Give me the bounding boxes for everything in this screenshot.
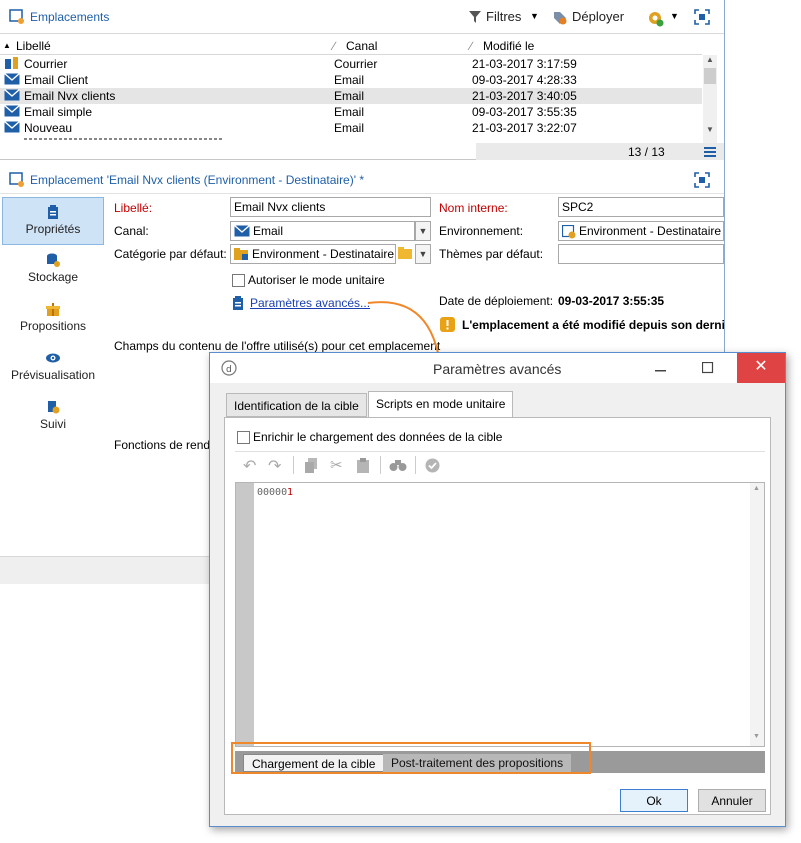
close-icon: ✕ bbox=[754, 358, 768, 375]
redo-icon[interactable]: ↷ bbox=[268, 456, 281, 476]
divider bbox=[380, 456, 381, 474]
editor-gutter bbox=[236, 483, 254, 746]
dialog-title: Paramètres avancés bbox=[433, 361, 562, 377]
check-icon[interactable] bbox=[425, 458, 440, 473]
line-number-prefix: 00000 bbox=[257, 487, 288, 498]
script-editor[interactable]: 00000 1 ▲ ▼ bbox=[235, 482, 765, 747]
enrich-label: Enrichir le chargement des données de la… bbox=[253, 430, 503, 444]
divider bbox=[415, 456, 416, 474]
tab-unitary-scripts[interactable]: Scripts en mode unitaire bbox=[368, 391, 514, 418]
copy-icon[interactable] bbox=[305, 458, 319, 474]
close-button[interactable]: ✕ bbox=[737, 353, 785, 383]
undo-icon[interactable]: ↶ bbox=[243, 456, 256, 476]
divider bbox=[293, 456, 294, 474]
advanced-settings-dialog: d Paramètres avancés ✕ Identification de… bbox=[209, 352, 786, 827]
scroll-down-icon[interactable]: ▼ bbox=[753, 733, 760, 740]
cancel-button[interactable]: Annuler bbox=[698, 789, 766, 812]
app-icon: d bbox=[221, 360, 237, 376]
dialog-titlebar: d Paramètres avancés ✕ bbox=[210, 353, 785, 383]
tab-target-identification[interactable]: Identification de la cible bbox=[226, 393, 367, 417]
line-number: 1 bbox=[287, 487, 294, 498]
binoculars-icon[interactable] bbox=[389, 459, 407, 472]
svg-text:d: d bbox=[226, 365, 232, 375]
maximize-window-icon[interactable] bbox=[702, 362, 714, 374]
editor-scrollbar[interactable]: ▲ ▼ bbox=[750, 483, 764, 746]
paste-icon[interactable] bbox=[357, 458, 369, 473]
minimize-icon[interactable] bbox=[655, 363, 667, 373]
cut-icon[interactable]: ✂ bbox=[330, 456, 343, 474]
highlight-box bbox=[231, 742, 591, 774]
editor-toolbar: ↶ ↷ ✂ bbox=[235, 451, 765, 478]
ok-button[interactable]: Ok bbox=[620, 789, 688, 812]
enrich-checkbox[interactable] bbox=[237, 431, 250, 444]
scroll-up-icon[interactable]: ▲ bbox=[753, 485, 760, 492]
